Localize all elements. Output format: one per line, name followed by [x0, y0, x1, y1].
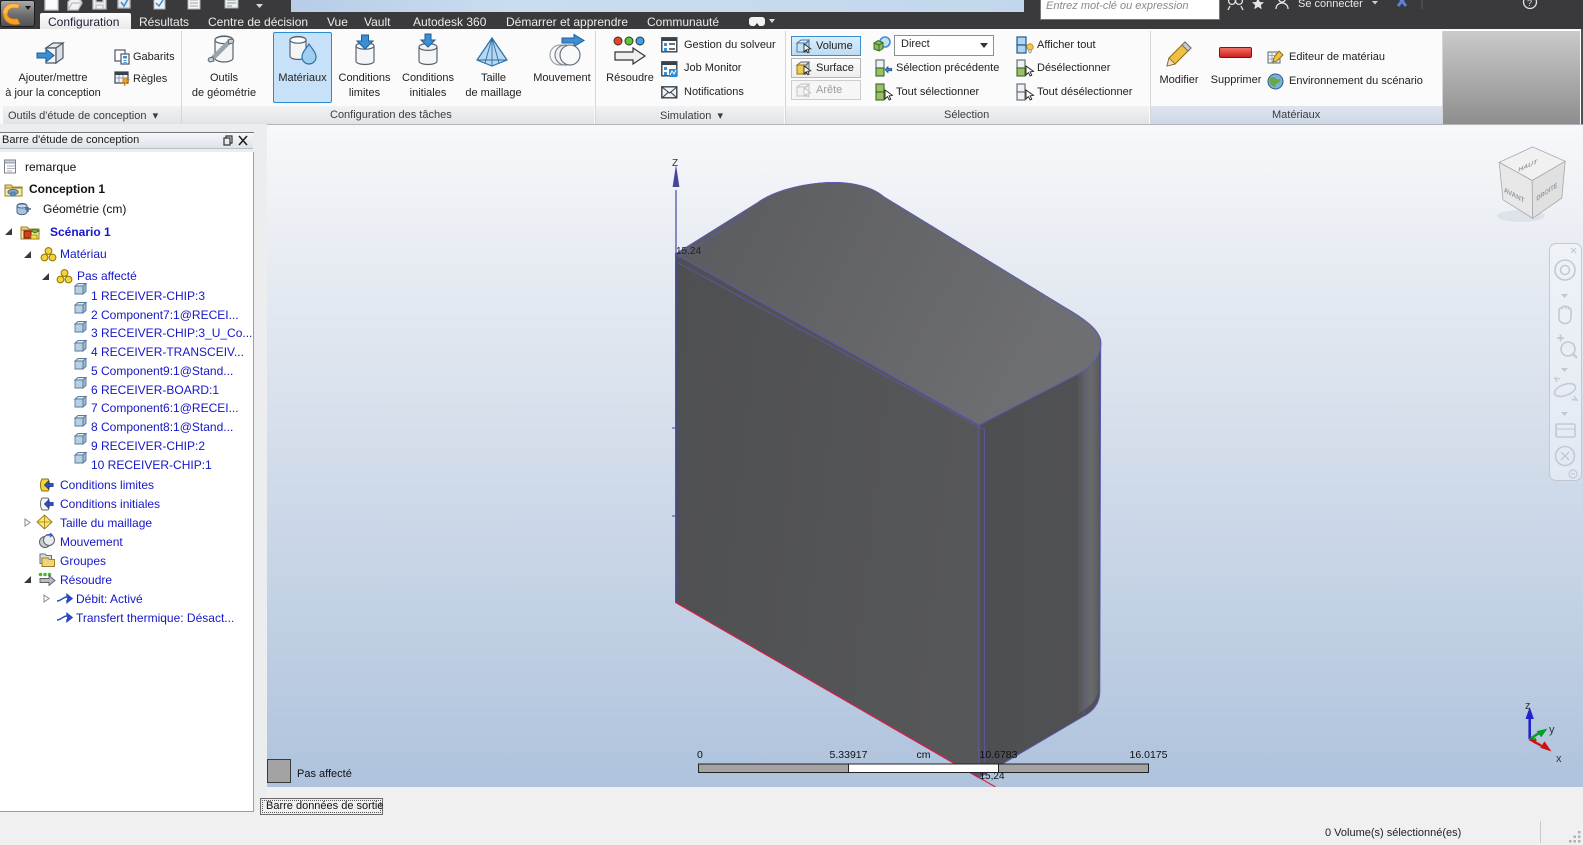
- svg-text:16.0175: 16.0175: [1130, 749, 1168, 761]
- svg-text:5.33917: 5.33917: [830, 749, 868, 761]
- svg-text:cm: cm: [917, 749, 931, 761]
- svg-text:Se connecter: Se connecter: [1298, 0, 1363, 10]
- svg-text:0: 0: [697, 749, 703, 761]
- svg-text:Pas affecté: Pas affecté: [297, 768, 352, 780]
- svg-text:y: y: [1549, 724, 1555, 736]
- svg-text:z: z: [1525, 700, 1531, 712]
- svg-text:Z: Z: [672, 158, 678, 169]
- svg-text:10.6783: 10.6783: [980, 749, 1018, 761]
- svg-text:x: x: [1556, 753, 1562, 765]
- svg-text:?: ?: [1527, 0, 1532, 8]
- svg-text:15.24: 15.24: [676, 246, 701, 257]
